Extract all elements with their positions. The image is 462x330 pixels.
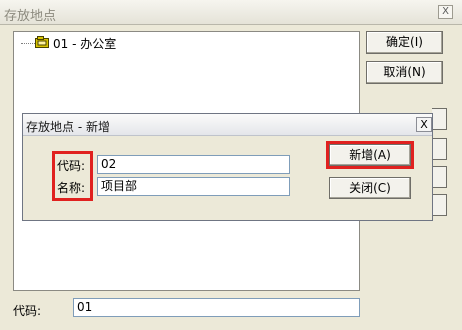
hidden-button-edge[interactable] <box>432 138 447 160</box>
hidden-button-edge[interactable] <box>432 108 447 130</box>
ok-button-label: 确定(I) <box>386 35 423 49</box>
dialog-close-icon[interactable]: X <box>416 117 432 132</box>
dialog-name-field[interactable]: 项目部 <box>97 177 290 196</box>
tree-item-office[interactable]: 01 - 办公室 <box>53 35 116 52</box>
outer-window-title: 存放地点 <box>4 9 57 24</box>
code-label: 代码: <box>13 304 42 318</box>
add-location-dialog: 存放地点 - 新增 X 代码: 02 名称: 项目部 新增(A) 关闭(C) <box>22 113 433 221</box>
tree-connector <box>21 43 35 44</box>
cancel-button-label: 取消(N) <box>383 65 426 79</box>
hidden-button-edge[interactable] <box>432 194 447 216</box>
add-button[interactable]: 新增(A) <box>329 144 411 166</box>
ok-button[interactable]: 确定(I) <box>366 31 443 54</box>
cancel-button[interactable]: 取消(N) <box>366 61 443 84</box>
outer-title-bar: 存放地点 X <box>0 0 462 25</box>
dialog-title: 存放地点 - 新增 <box>26 120 110 134</box>
folder-icon <box>35 36 49 48</box>
dialog-title-bar: 存放地点 - 新增 X <box>23 114 432 136</box>
close-button[interactable]: 关闭(C) <box>329 177 411 199</box>
dialog-code-field[interactable]: 02 <box>97 155 290 174</box>
dialog-name-label: 名称: <box>57 181 86 195</box>
outer-close-button[interactable]: X <box>438 5 453 19</box>
code-field[interactable]: 01 <box>73 298 360 317</box>
dialog-code-label: 代码: <box>57 159 86 173</box>
hidden-button-edge[interactable] <box>432 166 447 188</box>
